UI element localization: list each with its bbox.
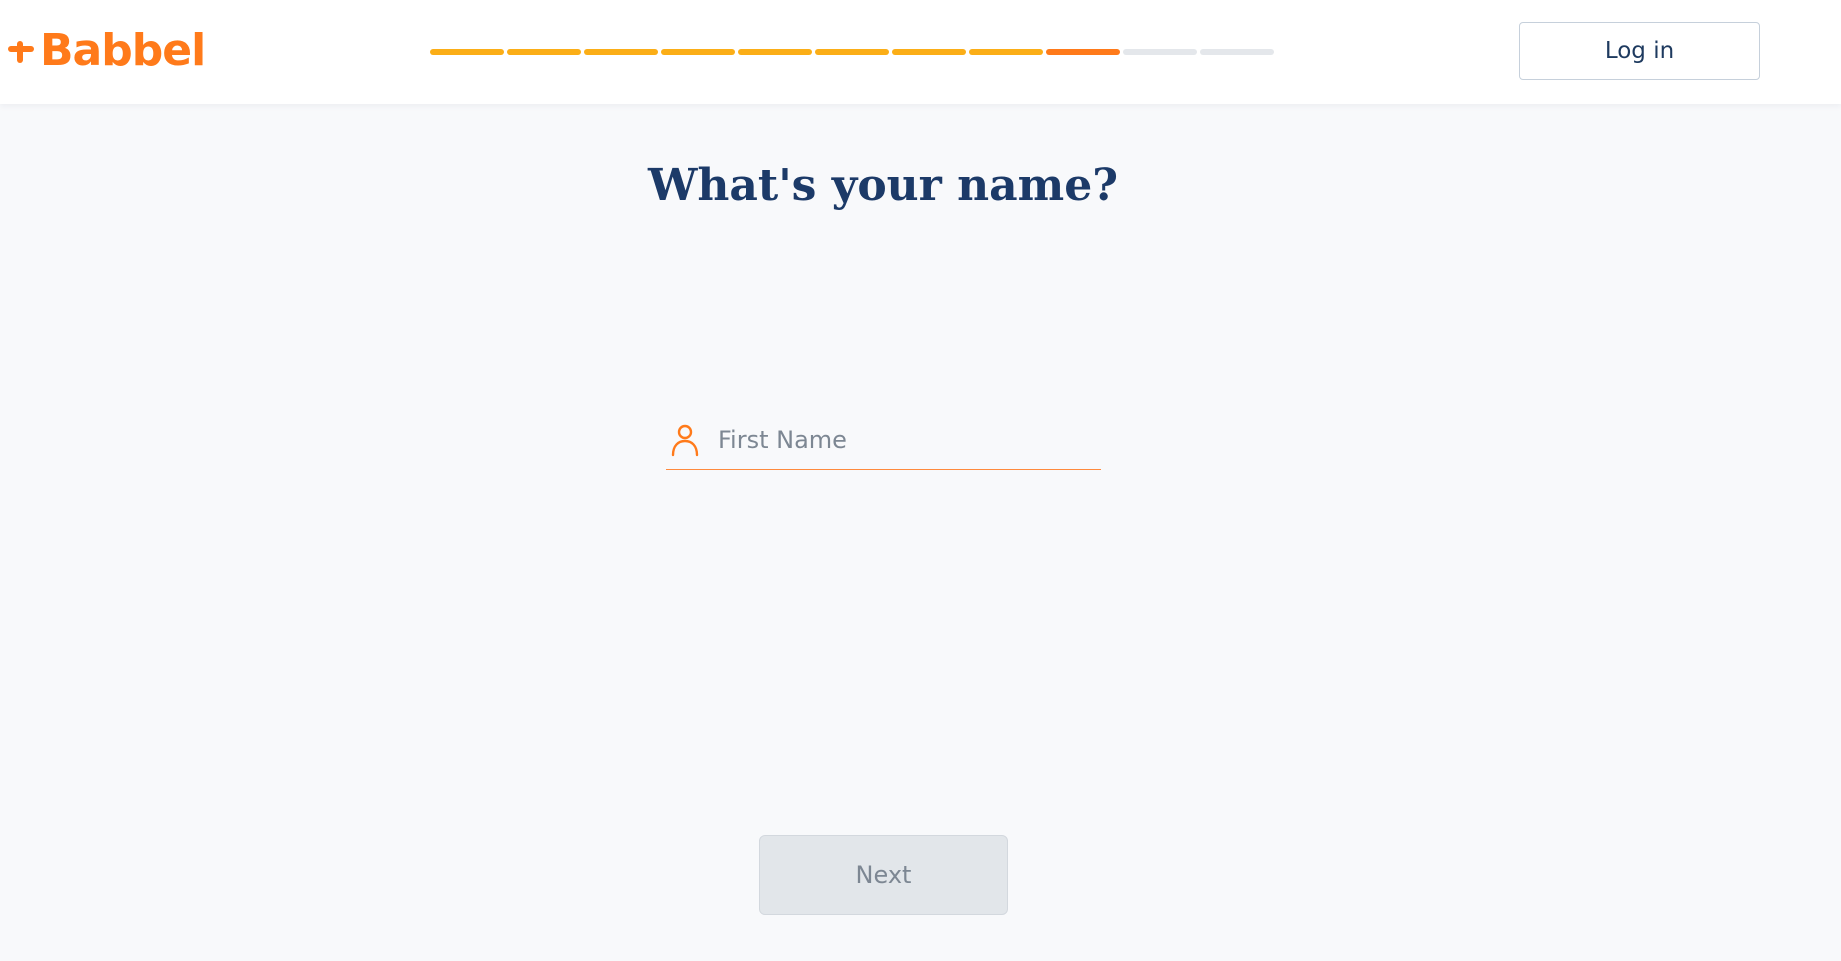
first-name-field[interactable] — [666, 410, 1101, 470]
progress-segment — [969, 49, 1043, 55]
top-bar: Babbel Log in — [0, 0, 1841, 104]
brand-name: Babbel — [40, 24, 206, 76]
progress-segment — [430, 49, 504, 55]
progress-bar — [430, 49, 1274, 55]
first-name-input[interactable] — [718, 419, 1088, 460]
page-title: What's your name? — [647, 160, 1119, 211]
progress-segment — [738, 49, 812, 55]
next-button[interactable]: Next — [759, 835, 1008, 915]
person-icon — [668, 423, 702, 457]
plus-icon — [6, 35, 36, 65]
progress-segment — [1200, 49, 1274, 55]
login-button[interactable]: Log in — [1519, 22, 1760, 80]
progress-segment — [1046, 49, 1120, 55]
progress-segment — [892, 49, 966, 55]
progress-segment — [507, 49, 581, 55]
progress-segment — [584, 49, 658, 55]
babbel-logo[interactable]: Babbel — [6, 22, 206, 78]
progress-segment — [661, 49, 735, 55]
progress-segment — [815, 49, 889, 55]
progress-segment — [1123, 49, 1197, 55]
